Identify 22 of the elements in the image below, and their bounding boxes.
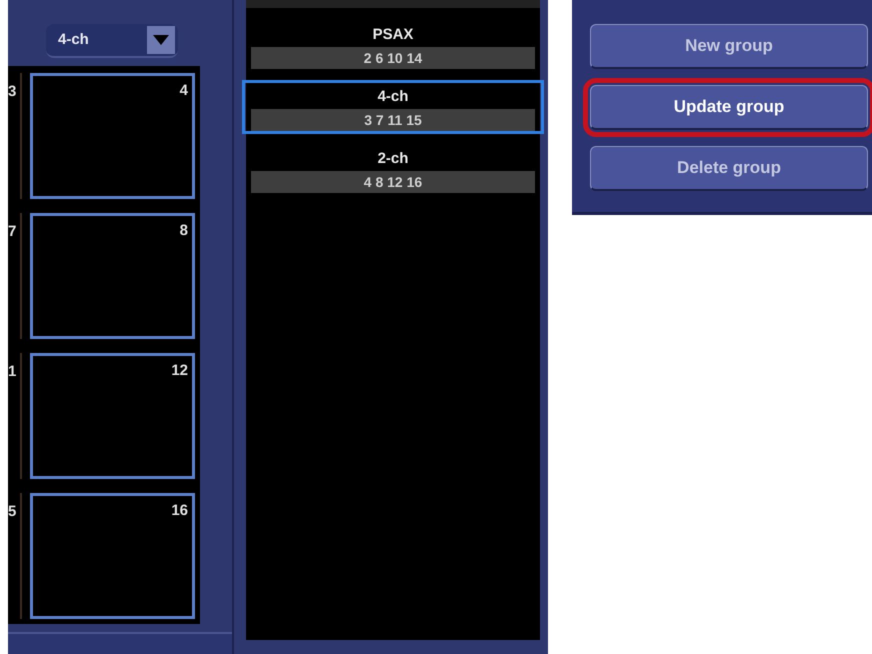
dropdown-value: 4-ch xyxy=(58,31,90,48)
thumbnail-number: 5 xyxy=(8,502,16,520)
group-item[interactable]: 4-ch 3 7 11 15 xyxy=(242,80,544,134)
group-item[interactable]: 2-ch 4 8 12 16 xyxy=(248,142,538,196)
group-button[interactable]: New group xyxy=(590,24,868,69)
group-views: 3 7 11 15 xyxy=(251,109,535,131)
group-button[interactable]: Delete group xyxy=(590,146,868,191)
thumbnail-slot[interactable]: 4 xyxy=(30,72,195,199)
thumbnail-slot[interactable]: 8 xyxy=(30,212,195,339)
caret-icon xyxy=(153,34,169,45)
group-views: 4 8 12 16 xyxy=(251,171,535,193)
thumbnail-number: 1 xyxy=(8,362,16,380)
thumbnail-number: 3 xyxy=(8,82,16,100)
group-name: 2-ch xyxy=(376,149,410,169)
group-name: 4-ch xyxy=(376,87,410,107)
group-name: PSAX xyxy=(372,25,414,45)
thumbnail-slot[interactable]: 12 xyxy=(30,352,195,479)
view-dropdown[interactable]: 4-ch xyxy=(46,24,178,58)
thumbnail-number: 7 xyxy=(8,222,16,240)
thumbnail-slot[interactable]: 16 xyxy=(30,492,195,619)
group-views: 2 6 10 14 xyxy=(251,47,535,69)
group-item[interactable]: PSAX 2 6 10 14 xyxy=(248,18,538,72)
